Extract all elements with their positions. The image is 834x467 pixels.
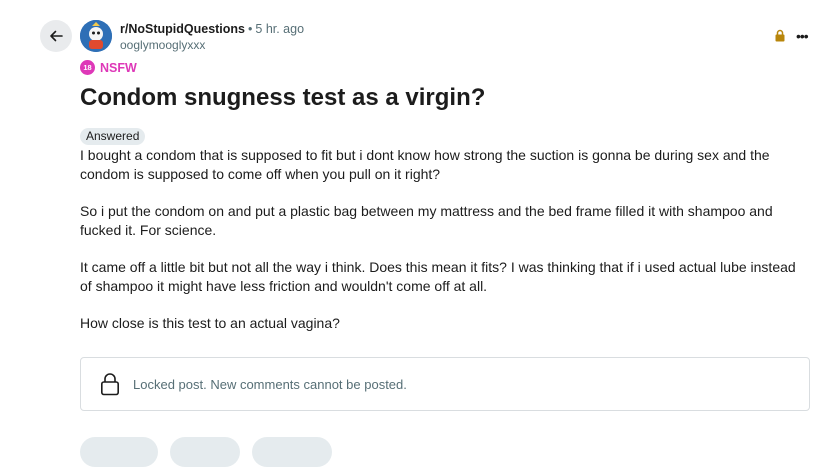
locked-message: Locked post. New comments cannot be post… xyxy=(133,376,407,392)
comments-button[interactable] xyxy=(170,437,240,467)
nsfw-tag: 18 NSFW xyxy=(80,60,137,75)
post-paragraph: So i put the condom on and put a plastic… xyxy=(80,203,773,238)
vote-button-group[interactable] xyxy=(80,437,158,467)
meta-separator: • xyxy=(248,22,253,36)
back-button[interactable] xyxy=(40,20,72,52)
more-options-button[interactable]: ••• xyxy=(796,29,809,43)
post-flair[interactable]: Answered xyxy=(80,128,146,145)
post-paragraph: I bought a condom that is supposed to fi… xyxy=(80,147,770,182)
avatar-image xyxy=(80,20,112,52)
subreddit-avatar[interactable] xyxy=(80,20,112,52)
locked-post-notice: Locked post. New comments cannot be post… xyxy=(80,357,810,411)
author-link[interactable]: ooglymooglyxxx xyxy=(120,38,205,52)
arrow-left-icon xyxy=(50,30,63,42)
post-title: Condom snugness test as a virgin? xyxy=(80,84,486,111)
lock-icon xyxy=(100,373,119,396)
post-paragraph: How close is this test to an actual vagi… xyxy=(80,315,340,331)
subreddit-link[interactable]: r/NoStupidQuestions xyxy=(120,22,245,36)
post-body: I bought a condom that is supposed to fi… xyxy=(80,146,800,351)
nsfw-label: NSFW xyxy=(100,60,137,75)
share-button[interactable] xyxy=(252,437,332,467)
post-meta: r/NoStupidQuestions • 5 hr. ago xyxy=(120,21,304,37)
post-paragraph: It came off a little bit but not all the… xyxy=(80,259,796,294)
nsfw-badge: 18 xyxy=(80,60,95,75)
post-time: 5 hr. ago xyxy=(255,22,305,36)
lock-icon xyxy=(775,29,785,47)
